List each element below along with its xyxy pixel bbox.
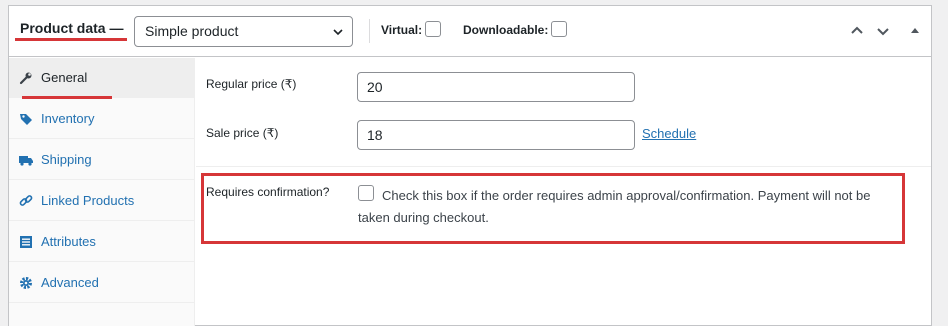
link-icon [19,194,33,208]
downloadable-label: Downloadable: [463,22,549,37]
tag-icon [19,112,33,126]
tab-attributes[interactable]: Attributes [9,222,194,262]
list-icon [19,235,33,249]
schedule-link[interactable]: Schedule [642,126,696,141]
toggle-panel-button[interactable] [907,23,923,39]
product-data-panel: Product data — Simple product Virtual: D… [8,5,932,326]
panel-header: Product data — Simple product Virtual: D… [9,6,931,57]
chevron-down-icon [877,28,889,36]
regular-price-input[interactable]: 20 [357,72,635,102]
tab-label: General [41,70,88,85]
downloadable-checkbox[interactable] [551,21,568,37]
panel-title: Product data — [20,20,124,36]
tab-advanced[interactable]: Advanced [9,263,194,303]
tab-label: Linked Products [41,193,135,208]
virtual-checkbox[interactable] [425,21,442,37]
tab-label: Advanced [41,275,99,290]
move-down-button[interactable] [875,23,891,39]
product-type-value: Simple product [145,23,239,39]
product-data-tabs: General Inventory Shipping Linked Produc… [9,58,195,326]
header-divider [369,19,370,43]
title-highlight-underline [15,38,127,41]
product-type-select[interactable]: Simple product [134,16,353,47]
sale-price-label: Sale price (₹) [206,126,279,140]
tab-label: Inventory [41,111,95,126]
regular-price-label: Regular price (₹) [206,77,297,91]
virtual-label: Virtual: [381,22,423,37]
requires-confirmation-label: Requires confirmation? [206,185,330,199]
tab-shipping[interactable]: Shipping [9,140,194,180]
move-up-button[interactable] [849,23,865,39]
chevron-up-icon [851,26,863,34]
caret-up-icon [911,28,919,33]
chevron-down-icon [333,29,343,36]
tab-inventory[interactable]: Inventory [9,99,194,139]
section-divider [196,166,931,167]
tab-linked-products[interactable]: Linked Products [9,181,194,221]
virtual-option[interactable]: Virtual: [381,21,442,37]
tab-label: Attributes [41,234,96,249]
tab-label: Shipping [41,152,92,167]
truck-icon [19,153,33,167]
downloadable-option[interactable]: Downloadable: [463,21,568,37]
gear-icon [19,276,33,290]
requires-confirmation-description: Check this box if the order requires adm… [358,188,871,225]
sale-price-input[interactable]: 18 [357,120,635,150]
general-tab-panel: Regular price (₹) 20 Sale price (₹) 18 S… [196,58,931,326]
wrench-icon [19,71,33,85]
tab-general[interactable]: General [9,58,194,99]
